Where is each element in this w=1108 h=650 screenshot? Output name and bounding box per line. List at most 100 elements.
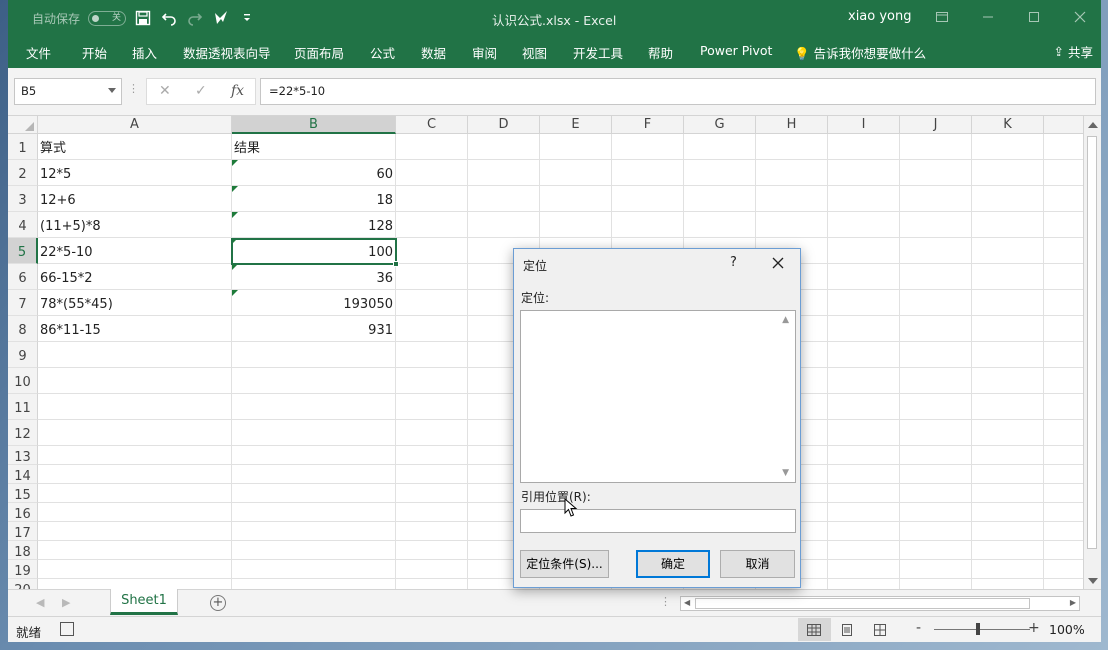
- cell-b6[interactable]: 36: [232, 264, 396, 290]
- cell-g1[interactable]: [684, 134, 756, 160]
- scroll-up-icon[interactable]: [1088, 122, 1098, 128]
- cell-c4[interactable]: [396, 212, 468, 238]
- cell-i10[interactable]: [828, 368, 900, 394]
- tab-data[interactable]: 数据: [421, 43, 446, 62]
- list-scroll-down-icon[interactable]: ▼: [782, 468, 789, 478]
- column-header-i[interactable]: I: [828, 116, 900, 134]
- cell-j16[interactable]: [900, 503, 972, 522]
- cell-i11[interactable]: [828, 394, 900, 420]
- cell-c2[interactable]: [396, 160, 468, 186]
- cell-k7[interactable]: [972, 290, 1044, 316]
- cell-a9[interactable]: [38, 342, 232, 368]
- ok-button[interactable]: 确定: [636, 550, 710, 578]
- cell-j8[interactable]: [900, 316, 972, 342]
- tab-file[interactable]: 文件: [26, 43, 51, 62]
- tab-view[interactable]: 视图: [522, 43, 547, 62]
- add-sheet-button[interactable]: +: [210, 595, 226, 611]
- cell-a16[interactable]: [38, 503, 232, 522]
- cell-c3[interactable]: [396, 186, 468, 212]
- cell-j6[interactable]: [900, 264, 972, 290]
- zoom-in-button[interactable]: +: [1028, 620, 1040, 636]
- cell-c8[interactable]: [1044, 316, 1083, 342]
- error-indicator-icon[interactable]: [232, 264, 238, 270]
- row-header-11[interactable]: 11: [8, 394, 38, 420]
- format-painter-icon[interactable]: [212, 9, 230, 27]
- cell-h3[interactable]: [756, 186, 828, 212]
- cell-a5[interactable]: 22*5-10: [38, 238, 232, 264]
- cell-c1[interactable]: [396, 134, 468, 160]
- cell-a10[interactable]: [38, 368, 232, 394]
- cell-k8[interactable]: [972, 316, 1044, 342]
- cell-h2[interactable]: [756, 160, 828, 186]
- cell-e4[interactable]: [540, 212, 612, 238]
- cell-b13[interactable]: [232, 446, 396, 465]
- cell-k4[interactable]: [972, 212, 1044, 238]
- cell-c2[interactable]: [1044, 160, 1083, 186]
- cell-c11[interactable]: [396, 394, 468, 420]
- row-header-3[interactable]: 3: [8, 186, 38, 212]
- sheet-next-icon[interactable]: ▶: [62, 596, 70, 609]
- tab-review[interactable]: 审阅: [472, 43, 497, 62]
- row-header-17[interactable]: 17: [8, 522, 38, 541]
- cell-b11[interactable]: [232, 394, 396, 420]
- cell-j17[interactable]: [900, 522, 972, 541]
- row-header-20[interactable]: 20: [8, 579, 38, 589]
- column-header-e[interactable]: E: [540, 116, 612, 134]
- error-indicator-icon[interactable]: [232, 160, 238, 166]
- cell-a4[interactable]: (11+5)*8: [38, 212, 232, 238]
- cell-b12[interactable]: [232, 420, 396, 446]
- cell-j7[interactable]: [900, 290, 972, 316]
- cell-j12[interactable]: [900, 420, 972, 446]
- cell-j19[interactable]: [900, 560, 972, 579]
- cell-k10[interactable]: [972, 368, 1044, 394]
- cell-b8[interactable]: 931: [232, 316, 396, 342]
- cell-k16[interactable]: [972, 503, 1044, 522]
- horizontal-scroll-thumb[interactable]: [695, 598, 1030, 609]
- cell-c5[interactable]: [1044, 238, 1083, 264]
- column-header-k[interactable]: K: [972, 116, 1044, 134]
- tab-home[interactable]: 开始: [82, 43, 107, 62]
- cell-i4[interactable]: [828, 212, 900, 238]
- close-icon[interactable]: [770, 255, 786, 271]
- cell-c3[interactable]: [1044, 186, 1083, 212]
- scroll-right-icon[interactable]: ▶: [1070, 598, 1076, 607]
- cell-a19[interactable]: [38, 560, 232, 579]
- cell-f2[interactable]: [612, 160, 684, 186]
- column-header-f[interactable]: F: [612, 116, 684, 134]
- cell-b7[interactable]: 193050: [232, 290, 396, 316]
- cell-j11[interactable]: [900, 394, 972, 420]
- cell-c14[interactable]: [1044, 465, 1083, 484]
- select-all-button[interactable]: [8, 116, 38, 134]
- column-header-h[interactable]: H: [756, 116, 828, 134]
- cell-d3[interactable]: [468, 186, 540, 212]
- list-scroll-up-icon[interactable]: ▲: [782, 315, 789, 325]
- chevron-down-icon[interactable]: [108, 88, 116, 93]
- cell-h1[interactable]: [756, 134, 828, 160]
- cell-k13[interactable]: [972, 446, 1044, 465]
- row-header-7[interactable]: 7: [8, 290, 38, 316]
- cell-k9[interactable]: [972, 342, 1044, 368]
- save-icon[interactable]: [134, 9, 152, 27]
- cell-i1[interactable]: [828, 134, 900, 160]
- cell-a12[interactable]: [38, 420, 232, 446]
- cell-j3[interactable]: [900, 186, 972, 212]
- row-header-16[interactable]: 16: [8, 503, 38, 522]
- cell-j18[interactable]: [900, 541, 972, 560]
- cell-k12[interactable]: [972, 420, 1044, 446]
- cell-j2[interactable]: [900, 160, 972, 186]
- row-header-15[interactable]: 15: [8, 484, 38, 503]
- cell-a15[interactable]: [38, 484, 232, 503]
- cell-a13[interactable]: [38, 446, 232, 465]
- cell-c11[interactable]: [1044, 394, 1083, 420]
- cell-c13[interactable]: [1044, 446, 1083, 465]
- column-header-d[interactable]: D: [468, 116, 540, 134]
- cell-j4[interactable]: [900, 212, 972, 238]
- cell-c16[interactable]: [396, 503, 468, 522]
- cell-b5[interactable]: 100: [232, 238, 396, 264]
- cell-c10[interactable]: [396, 368, 468, 394]
- cell-c10[interactable]: [1044, 368, 1083, 394]
- cell-i16[interactable]: [828, 503, 900, 522]
- cell-c13[interactable]: [396, 446, 468, 465]
- column-header-b[interactable]: B: [232, 116, 396, 134]
- cell-i6[interactable]: [828, 264, 900, 290]
